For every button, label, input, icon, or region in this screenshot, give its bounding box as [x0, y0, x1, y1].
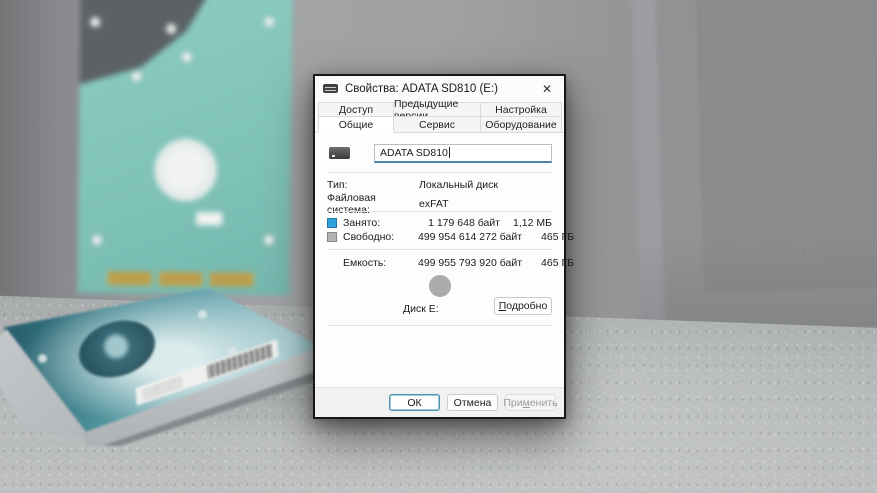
type-row: Тип: Локальный диск: [327, 177, 552, 192]
perforated-enclosure-photo: [631, 0, 877, 336]
screw: [264, 235, 274, 245]
cancel-button[interactable]: Отмена: [447, 394, 498, 411]
used-space-row: Занято: 1 179 648 байт 1,12 МБ: [327, 216, 552, 230]
drive-icon: [323, 84, 338, 93]
screw: [132, 71, 142, 81]
screw: [264, 17, 274, 27]
drive-caption: Диск E:: [403, 303, 439, 315]
tab-dostup[interactable]: Доступ: [318, 102, 394, 117]
tab-obshchie[interactable]: Общие: [318, 116, 394, 133]
apply-button[interactable]: Применить: [505, 394, 556, 411]
perforation-grid: [695, 0, 877, 292]
used-label: Занято:: [343, 217, 418, 229]
drive-icon-large: [329, 147, 350, 159]
filesystem-value: exFAT: [419, 198, 552, 210]
free-label: Свободно:: [343, 231, 418, 243]
type-value: Локальный диск: [419, 179, 552, 191]
window-title: Свойства: ADATA SD810 (E:): [345, 83, 498, 95]
used-bytes: 1 179 648 байт: [418, 217, 500, 229]
screw: [182, 52, 192, 62]
used-human: 1,12 МБ: [500, 217, 552, 229]
filesystem-row: Файловая система: exFAT: [327, 192, 552, 207]
close-icon[interactable]: ✕: [538, 80, 556, 98]
free-human: 465 ГБ: [522, 231, 574, 243]
capacity-bytes: 499 955 793 920 байт: [418, 257, 522, 269]
volume-label-input[interactable]: ADATA SD810: [374, 144, 552, 163]
volume-label-value: ADATA SD810: [380, 147, 448, 159]
free-swatch: [327, 232, 337, 242]
capacity-label: Емкость:: [343, 257, 418, 269]
tab-strip: Доступ Предыдущие версии Настройка Общие…: [318, 102, 561, 132]
hdd-motor-hub: [154, 139, 217, 202]
hdd-photo-lying: [0, 288, 337, 446]
screw: [166, 24, 176, 34]
ok-button[interactable]: ОК: [389, 394, 440, 411]
tab-nastroyka[interactable]: Настройка: [480, 102, 562, 117]
screw: [92, 235, 102, 245]
capacity-row: Емкость: 499 955 793 920 байт 465 ГБ: [327, 256, 552, 270]
usage-donut-chart: [429, 275, 451, 297]
tab-predydushchie-versii[interactable]: Предыдущие версии: [393, 102, 481, 117]
dialog-footer: ОК Отмена Применить: [315, 387, 564, 417]
used-swatch: [327, 218, 337, 228]
screw: [198, 310, 207, 319]
screw: [228, 346, 237, 355]
tab-oborudovanie[interactable]: Оборудование: [480, 116, 562, 133]
free-bytes: 499 954 614 272 байт: [418, 231, 522, 243]
tab-servis[interactable]: Сервис: [393, 116, 481, 133]
free-space-row: Свободно: 499 954 614 272 байт 465 ГБ: [327, 230, 552, 244]
properties-dialog: Свойства: ADATA SD810 (E:) ✕ Доступ Пред…: [313, 74, 566, 419]
general-tab-panel: ADATA SD810 Тип: Локальный диск Файловая…: [315, 132, 564, 387]
text-caret: [449, 147, 450, 158]
capacity-human: 465 ГБ: [522, 257, 574, 269]
details-button[interactable]: Подробно: [494, 297, 552, 315]
hdd-photo-standing: [77, 0, 292, 295]
screw: [38, 354, 47, 363]
screw: [90, 17, 100, 27]
type-label: Тип:: [327, 179, 419, 191]
sata-connector: [108, 271, 254, 287]
hdd-small-label: [196, 212, 222, 225]
